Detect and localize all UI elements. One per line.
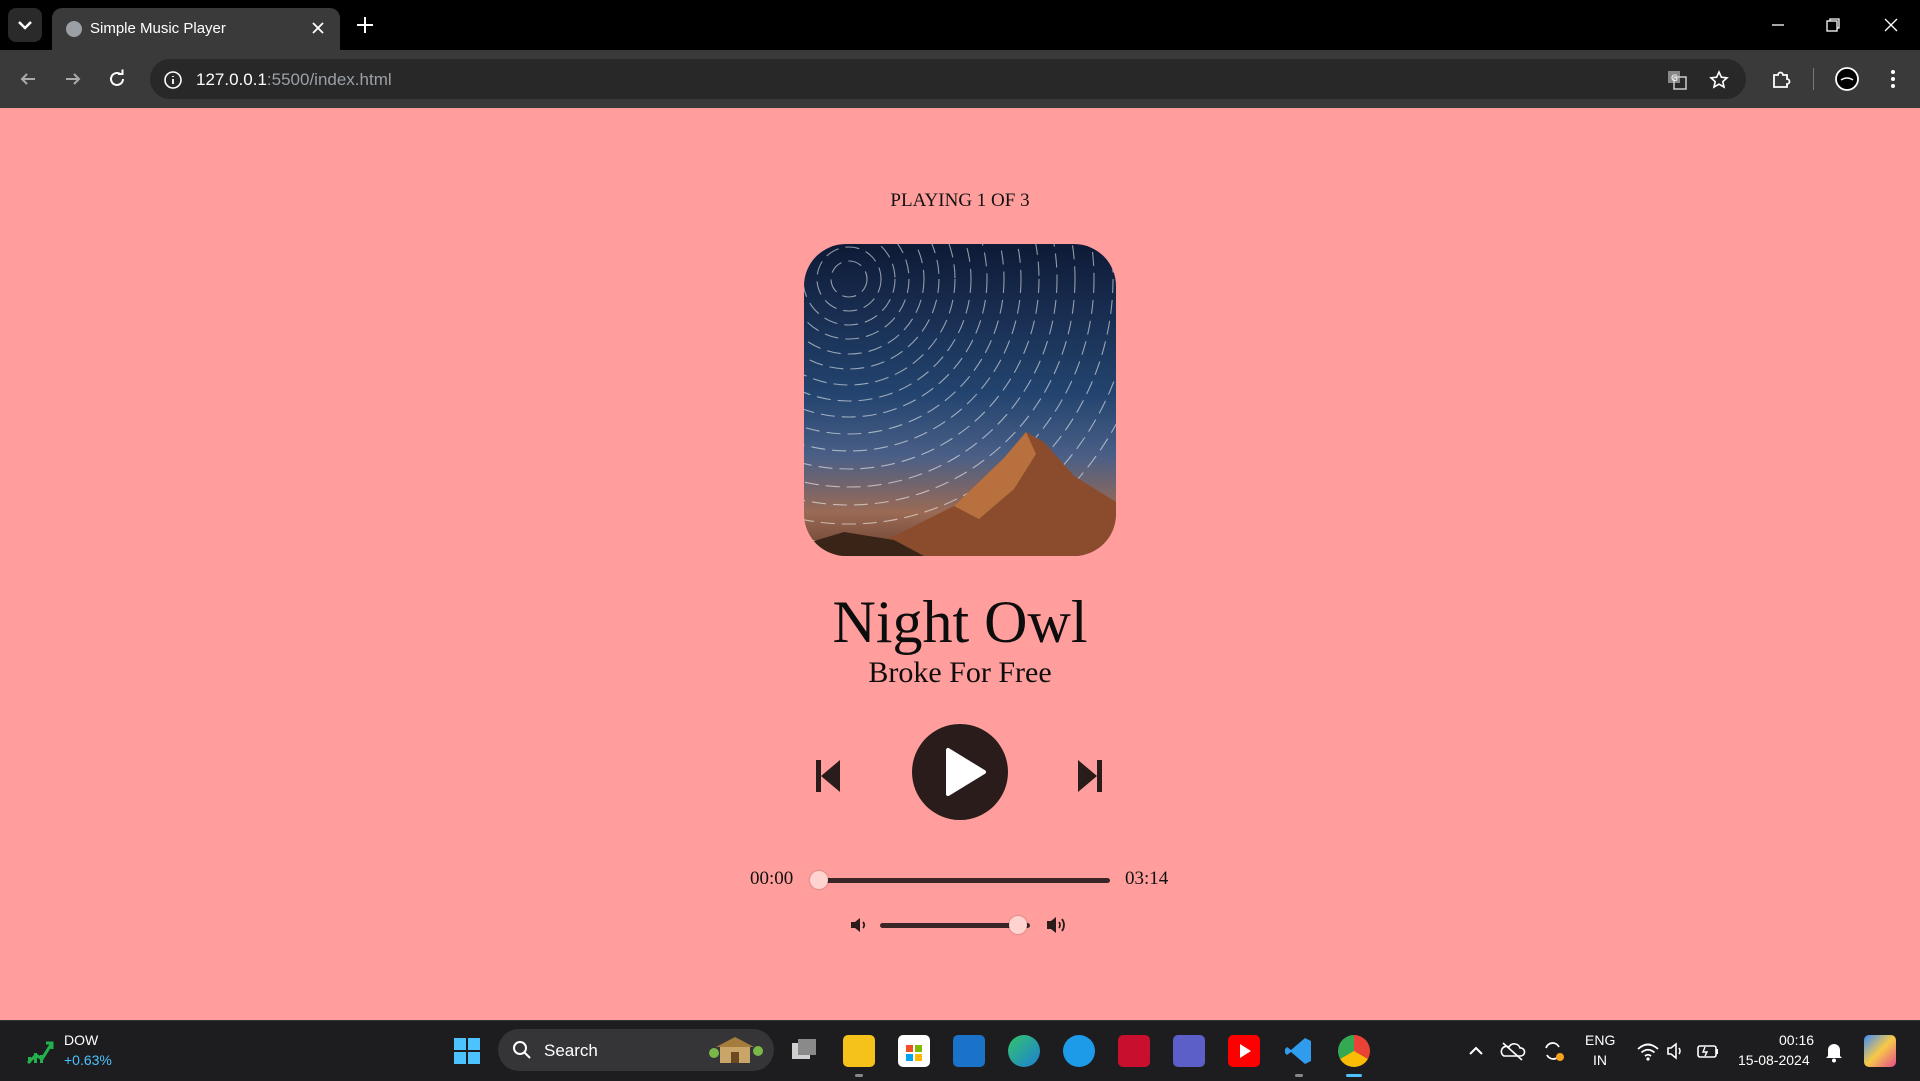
translate-icon[interactable]: G bbox=[1666, 69, 1688, 91]
microsoft-store-icon[interactable] bbox=[898, 1035, 930, 1067]
browser-toolbar: 127.0.0.1:5500/index.html G bbox=[0, 50, 1920, 108]
browser-tab-strip: Simple Music Player bbox=[0, 0, 1920, 50]
window-close-icon[interactable] bbox=[1878, 12, 1904, 38]
file-explorer-icon[interactable] bbox=[843, 1035, 875, 1067]
track-title: Night Owl bbox=[832, 589, 1088, 655]
stock-name: DOW bbox=[64, 1032, 99, 1048]
next-track-button[interactable] bbox=[1074, 752, 1106, 800]
bookmark-star-icon[interactable] bbox=[1708, 69, 1730, 91]
mcafee-icon[interactable] bbox=[1118, 1035, 1150, 1067]
globe-icon bbox=[66, 21, 82, 37]
minimize-icon[interactable] bbox=[1765, 12, 1791, 38]
task-view-icon[interactable] bbox=[788, 1035, 820, 1067]
youtube-icon[interactable] bbox=[1228, 1035, 1260, 1067]
myhp-icon[interactable] bbox=[953, 1035, 985, 1067]
speaker-icon[interactable] bbox=[1660, 1035, 1692, 1067]
toolbar-divider bbox=[1813, 68, 1814, 90]
url-path: :5500/index.html bbox=[266, 70, 392, 89]
menu-dots-icon[interactable] bbox=[1880, 66, 1906, 92]
copilot-icon[interactable] bbox=[1864, 1035, 1896, 1067]
search-placeholder: Search bbox=[544, 1041, 598, 1060]
current-time: 00:00 bbox=[750, 868, 794, 889]
track-artist: Broke For Free bbox=[868, 656, 1052, 689]
stock-change: +0.63% bbox=[64, 1052, 112, 1068]
reload-icon[interactable] bbox=[104, 66, 130, 92]
new-tab-button[interactable] bbox=[352, 12, 378, 38]
site-info-icon[interactable] bbox=[162, 69, 184, 91]
search-highlight-icon bbox=[709, 1037, 763, 1063]
active-app-indicator bbox=[1346, 1074, 1362, 1077]
teams-icon[interactable] bbox=[1173, 1035, 1205, 1067]
volume-slider[interactable] bbox=[880, 916, 1030, 934]
forward-arrow-icon[interactable] bbox=[60, 66, 86, 92]
previous-track-button[interactable] bbox=[812, 752, 844, 800]
seek-slider[interactable] bbox=[810, 871, 1110, 889]
svg-text:G: G bbox=[1671, 74, 1678, 84]
get-help-icon[interactable] bbox=[1063, 1035, 1095, 1067]
volume-down-icon[interactable] bbox=[848, 914, 870, 936]
edge-icon[interactable] bbox=[1008, 1035, 1040, 1067]
taskbar: DOW +0.63% Search ENG IN 00:16 15-08-202… bbox=[0, 1020, 1920, 1081]
language-label[interactable]: ENG bbox=[1585, 1032, 1615, 1048]
chevron-up-icon[interactable] bbox=[1460, 1035, 1492, 1067]
notification-bell-icon[interactable] bbox=[1818, 1035, 1850, 1067]
running-indicator bbox=[1295, 1074, 1303, 1077]
play-button[interactable] bbox=[910, 722, 1010, 822]
tab-title: Simple Music Player bbox=[90, 20, 226, 37]
tab-search-button[interactable] bbox=[8, 8, 42, 42]
close-icon[interactable] bbox=[308, 18, 328, 38]
sync-icon[interactable] bbox=[1537, 1035, 1569, 1067]
volume-slider-thumb[interactable] bbox=[1009, 916, 1027, 934]
restore-icon[interactable] bbox=[1820, 12, 1846, 38]
region-label[interactable]: IN bbox=[1593, 1052, 1607, 1068]
album-art bbox=[804, 244, 1116, 556]
running-indicator bbox=[855, 1074, 863, 1077]
total-duration: 03:14 bbox=[1125, 868, 1169, 889]
clock-time[interactable]: 00:16 bbox=[1779, 1032, 1814, 1048]
url-text[interactable]: 127.0.0.1:5500/index.html bbox=[196, 70, 392, 90]
volume-up-icon[interactable] bbox=[1044, 912, 1070, 938]
clock-date[interactable]: 15-08-2024 bbox=[1738, 1052, 1810, 1068]
stock-chart-icon bbox=[26, 1041, 54, 1065]
extensions-icon[interactable] bbox=[1768, 66, 1794, 92]
chrome-icon[interactable] bbox=[1338, 1035, 1370, 1067]
chevron-down-icon bbox=[18, 21, 32, 30]
address-bar[interactable]: 127.0.0.1:5500/index.html G bbox=[150, 59, 1746, 99]
active-tab[interactable]: Simple Music Player bbox=[52, 8, 340, 50]
battery-icon[interactable] bbox=[1692, 1035, 1724, 1067]
search-icon bbox=[513, 1041, 531, 1059]
back-arrow-icon[interactable] bbox=[15, 66, 41, 92]
seek-slider-thumb[interactable] bbox=[810, 871, 828, 889]
onedrive-offline-icon[interactable] bbox=[1497, 1035, 1529, 1067]
star-trails-image bbox=[804, 244, 1116, 556]
windows-start-icon[interactable] bbox=[451, 1035, 483, 1067]
taskbar-search[interactable]: Search bbox=[498, 1029, 774, 1071]
url-host: 127.0.0.1 bbox=[196, 70, 267, 89]
now-playing-label: PLAYING 1 OF 3 bbox=[890, 190, 1030, 211]
profile-avatar-icon[interactable] bbox=[1834, 66, 1860, 92]
music-player-page: PLAYING 1 OF 3 Night Owl Broke For Free … bbox=[0, 108, 1920, 1020]
vscode-icon[interactable] bbox=[1283, 1035, 1315, 1067]
